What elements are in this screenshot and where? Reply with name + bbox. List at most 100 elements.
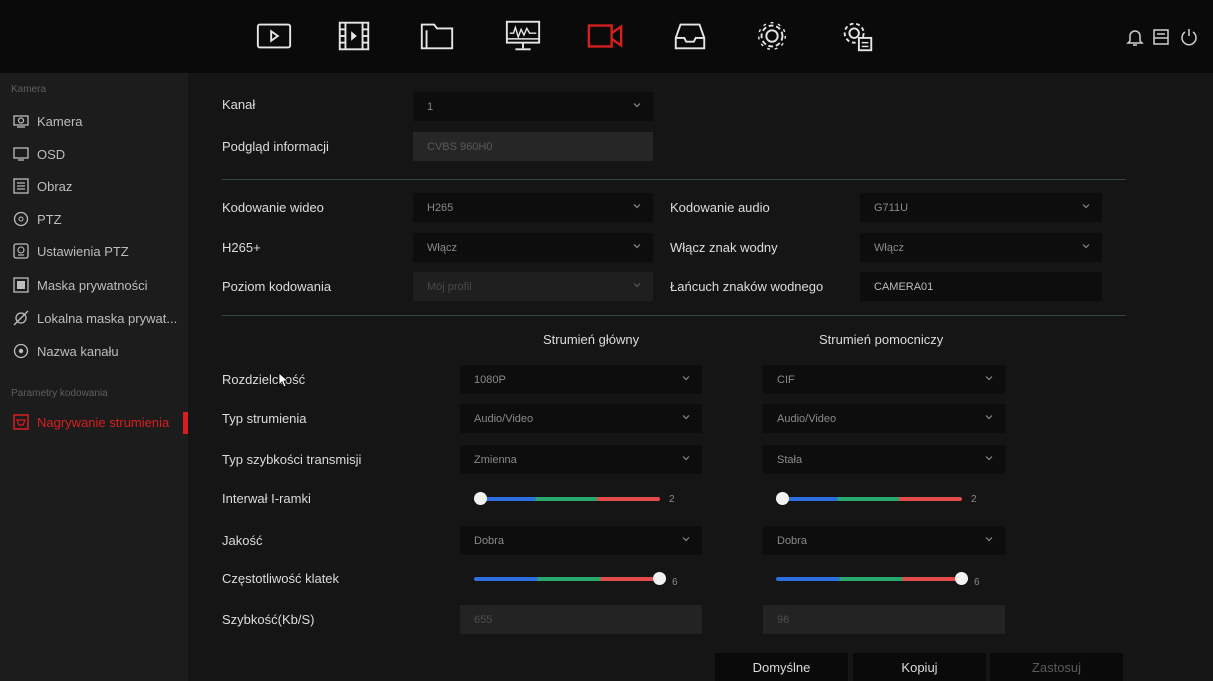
sidebar-item-image[interactable]: Obraz: [0, 171, 188, 201]
sidebar-item-channel-name[interactable]: Nazwa kanału: [0, 336, 188, 366]
main-stream-header: Strumień główny: [543, 332, 640, 347]
stream-type-label: Typ strumienia: [222, 411, 307, 426]
osd-icon: [13, 147, 29, 161]
main-panel: Kanał 1 Podgląd informacji CVBS 960H0 Ko…: [188, 73, 1213, 681]
h265plus-label: H265+: [222, 240, 261, 255]
bitrate-label: Szybkość(Kb/S): [222, 612, 315, 627]
iframe-interval-main-slider[interactable]: [474, 492, 660, 506]
iframe-interval-sub-slider[interactable]: [776, 492, 962, 506]
gear-icon[interactable]: [752, 16, 792, 56]
h265plus-value: Włącz: [427, 241, 457, 254]
framerate-sub-value: 6: [974, 577, 980, 588]
chevron-down-icon: [682, 376, 690, 381]
stream-type-sub-select[interactable]: Audio/Video: [763, 404, 1005, 433]
sidebar-item-label: Nazwa kanału: [37, 343, 119, 359]
sidebar-item-camera[interactable]: Kamera: [0, 106, 188, 136]
bitrate-type-main-select[interactable]: Zmienna: [460, 445, 702, 474]
sidebar-item-label: Ustawienia PTZ: [37, 243, 129, 259]
preview-info-label: Podgląd informacji: [222, 139, 329, 154]
slider-knob[interactable]: [474, 492, 487, 505]
encoding-level-label: Poziom kodowania: [222, 279, 332, 294]
audio-encoding-value: G711U: [874, 201, 909, 214]
monitor-icon[interactable]: [503, 16, 543, 56]
slider-knob[interactable]: [653, 572, 666, 585]
sidebar-item-stream-record[interactable]: Nagrywanie strumienia: [0, 407, 188, 437]
chevron-down-icon: [633, 244, 641, 249]
sidebar-item-privacy-mask[interactable]: Maska prywatności: [0, 270, 188, 300]
resolution-sub-select[interactable]: CIF: [763, 365, 1005, 394]
sidebar-item-label: PTZ: [37, 211, 62, 227]
camera-icon[interactable]: [585, 16, 625, 56]
video-clip-icon[interactable]: [334, 16, 374, 56]
section-divider: [222, 179, 1126, 180]
slider-track: [776, 577, 968, 581]
chevron-down-icon: [985, 456, 993, 461]
chevron-down-icon: [985, 415, 993, 420]
bitrate-type-main-value: Zmienna: [474, 453, 517, 466]
sidebar-item-label: Maska prywatności: [37, 277, 148, 293]
chevron-down-icon: [633, 283, 641, 288]
resolution-main-select[interactable]: 1080P: [460, 365, 702, 394]
audio-encoding-select[interactable]: G711U: [860, 193, 1102, 222]
watermark-string-label: Łańcuch znaków wodnego: [670, 279, 824, 294]
bell-icon[interactable]: [1124, 26, 1146, 48]
section-divider: [222, 315, 1126, 316]
sidebar-item-label: Nagrywanie strumienia: [37, 414, 170, 430]
folder-icon[interactable]: [417, 16, 457, 56]
sidebar: Kamera Kamera OSD Obraz PTZ Ustawienia P…: [0, 73, 188, 681]
iframe-interval-label: Interwał I-ramki: [222, 491, 311, 506]
ptz-icon: [13, 211, 29, 227]
channel-name-icon: [13, 343, 29, 359]
framerate-sub-slider[interactable]: [776, 572, 968, 586]
printer-icon[interactable]: [1150, 26, 1172, 48]
bitrate-type-label: Typ szybkości transmisji: [222, 452, 362, 467]
audio-encoding-label: Kodowanie audio: [670, 200, 770, 215]
watermark-enable-label: Włącz znak wodny: [670, 240, 778, 255]
storage-icon[interactable]: [670, 16, 710, 56]
sidebar-item-ptz-settings[interactable]: Ustawienia PTZ: [0, 236, 188, 266]
ptz-settings-icon: [13, 243, 29, 259]
video-encoding-value: H265: [427, 201, 454, 214]
bitrate-type-sub-select[interactable]: Stała: [763, 445, 1005, 474]
channel-select[interactable]: 1: [413, 92, 653, 121]
chevron-down-icon: [985, 537, 993, 542]
sidebar-item-ptz[interactable]: PTZ: [0, 204, 188, 234]
privacy-mask-icon: [13, 277, 29, 293]
chevron-down-icon: [682, 415, 690, 420]
iframe-interval-sub-value: 2: [971, 494, 977, 505]
sidebar-item-label: Kamera: [37, 113, 83, 129]
slider-knob[interactable]: [955, 572, 968, 585]
chevron-down-icon: [1082, 204, 1090, 209]
stream-type-sub-value: Audio/Video: [777, 412, 837, 425]
apply-button[interactable]: Zastosuj: [990, 653, 1123, 681]
quality-sub-select[interactable]: Dobra: [763, 526, 1005, 555]
power-icon[interactable]: [1178, 26, 1200, 48]
chevron-down-icon: [633, 204, 641, 209]
framerate-main-slider[interactable]: [474, 572, 666, 586]
chevron-down-icon: [633, 103, 641, 108]
playback-icon[interactable]: [254, 16, 294, 56]
watermark-string-input[interactable]: CAMERA01: [860, 272, 1102, 301]
iframe-interval-main-value: 2: [669, 494, 675, 505]
slider-track: [776, 497, 962, 501]
watermark-enable-select[interactable]: Włącz: [860, 233, 1102, 262]
system-settings-icon[interactable]: [837, 16, 877, 56]
quality-main-select[interactable]: Dobra: [460, 526, 702, 555]
default-button[interactable]: Domyślne: [715, 653, 848, 681]
slider-knob[interactable]: [776, 492, 789, 505]
resolution-main-value: 1080P: [474, 373, 506, 386]
video-encoding-select[interactable]: H265: [413, 193, 653, 222]
sidebar-item-label: Obraz: [37, 178, 73, 194]
sidebar-section-encoding: Parametry kodowania: [11, 388, 108, 399]
copy-button[interactable]: Kopiuj: [853, 653, 986, 681]
top-toolbar: [0, 0, 1213, 73]
stream-type-main-select[interactable]: Audio/Video: [460, 404, 702, 433]
encoding-level-select[interactable]: Mój profil: [413, 272, 653, 301]
sidebar-item-label: Lokalna maska prywat...: [37, 310, 178, 326]
quality-label: Jakość: [222, 533, 263, 548]
slider-track: [474, 497, 660, 501]
sidebar-item-osd[interactable]: OSD: [0, 139, 188, 169]
h265plus-select[interactable]: Włącz: [413, 233, 653, 262]
sidebar-item-local-mask[interactable]: Lokalna maska prywat...: [0, 303, 188, 333]
quality-sub-value: Dobra: [777, 534, 807, 547]
